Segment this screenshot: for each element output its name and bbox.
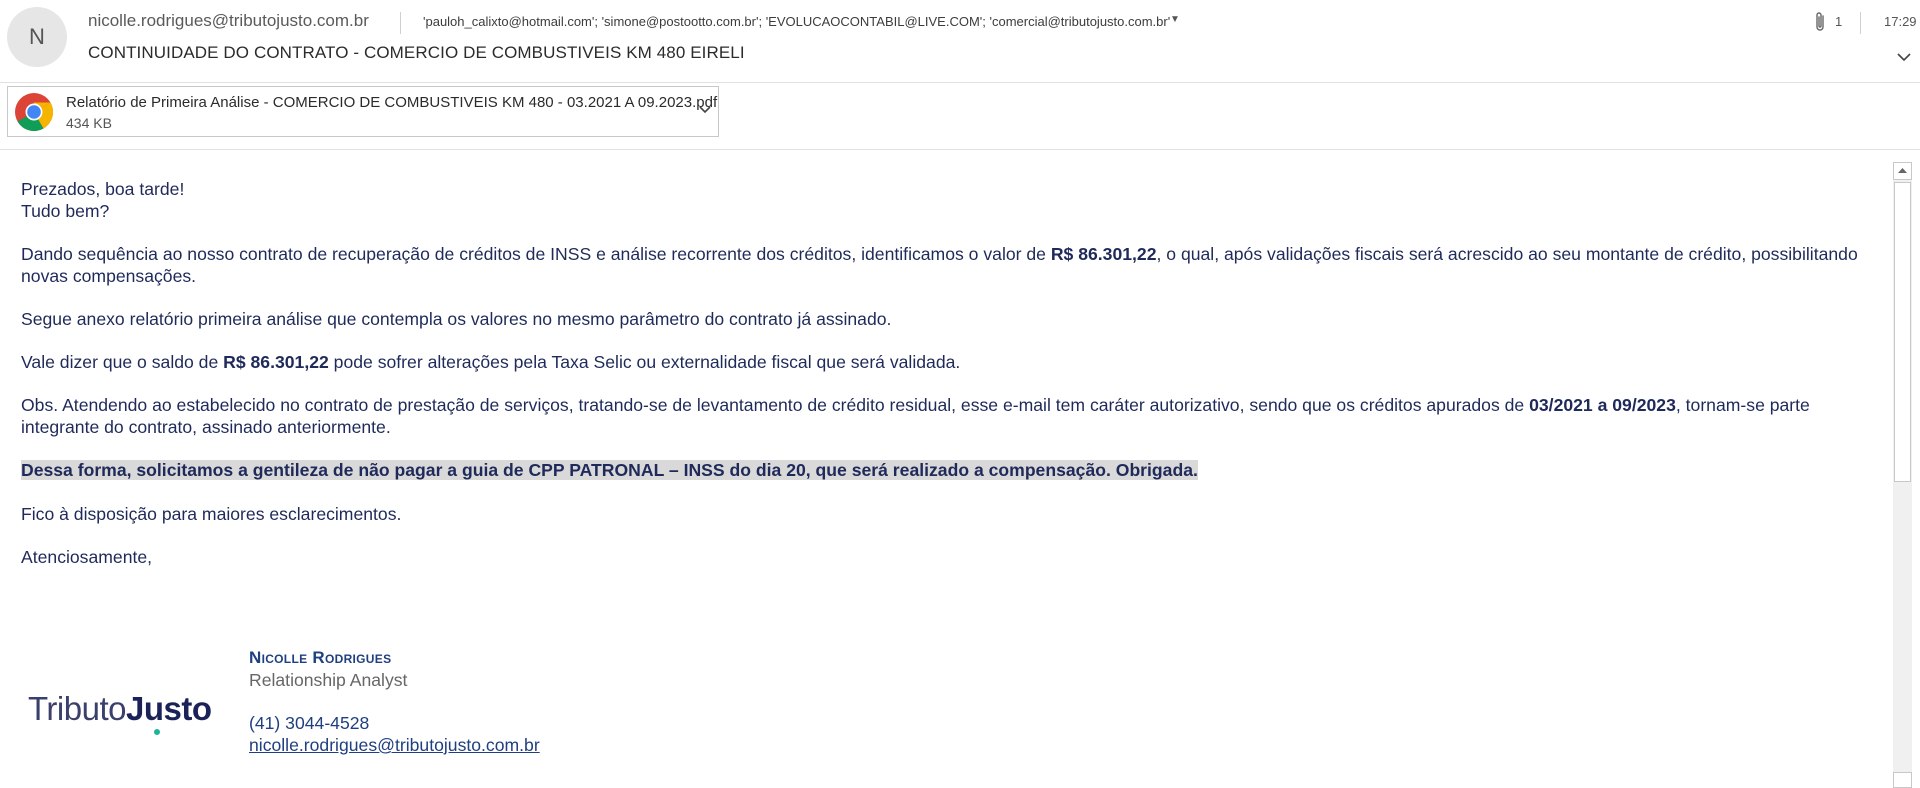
scroll-down-button[interactable] — [1893, 772, 1912, 788]
signature-name: Nicolle Rodrigues — [249, 648, 392, 667]
message-body: Prezados, boa tarde! Tudo bem? Dando seq… — [21, 178, 1891, 568]
scroll-up-button[interactable] — [1893, 162, 1912, 180]
chrome-icon — [15, 93, 54, 132]
logo-part-2: Justo — [125, 690, 212, 727]
logo-part-1: Tributo — [28, 690, 126, 727]
header-divider-2 — [1860, 12, 1861, 34]
highlighted-request: Dessa forma, solicitamos a gentileza de … — [21, 460, 1198, 480]
paragraph-3-text-a: Vale dizer que o saldo de — [21, 352, 224, 372]
caret-up-icon — [1898, 168, 1907, 173]
vertical-scrollbar[interactable] — [1893, 162, 1912, 788]
recipients-expand-icon[interactable]: ▼ — [1170, 14, 1180, 25]
paragraph-2: Segue anexo relatório primeira análise q… — [21, 309, 892, 329]
scroll-thumb[interactable] — [1894, 182, 1911, 482]
attachment-filename: Relatório de Primeira Análise - COMERCIO… — [66, 94, 718, 111]
company-logo: TributoJusto — [28, 690, 212, 728]
paragraph-3-text-b: pode sofrer alterações pela Taxa Selic o… — [328, 352, 961, 372]
paragraph-6: Fico à disposição para maiores esclareci… — [21, 504, 402, 524]
paragraph-5: Dessa forma, solicitamos a gentileza de … — [21, 459, 1891, 481]
avatar[interactable]: N — [7, 7, 67, 67]
logo-accent-dot — [154, 729, 160, 735]
attachment-card[interactable]: Relatório de Primeira Análise - COMERCIO… — [7, 86, 719, 137]
paragraph-3: Vale dizer que o saldo de R$ 86.301,22 p… — [21, 351, 1891, 373]
closing: Atenciosamente, — [21, 547, 153, 567]
header-body-divider — [0, 149, 1920, 150]
paragraph-1: Dando sequência ao nosso contrato de rec… — [21, 243, 1891, 287]
sender-address[interactable]: nicolle.rodrigues@tributojusto.com.br — [88, 11, 369, 31]
signature-phone: (41) 3044-4528 — [249, 713, 370, 733]
attachment-size: 434 KB — [66, 115, 112, 131]
period: 03/2021 a 09/2023 — [1529, 395, 1676, 415]
amount-2: R$ 86.301,22 — [223, 352, 329, 372]
chevron-down-icon[interactable] — [698, 105, 712, 115]
message-header: N nicolle.rodrigues@tributojusto.com.br … — [0, 0, 1920, 83]
attachment-count: 1 — [1835, 14, 1843, 29]
message-subject: CONTINUIDADE DO CONTRATO - COMERCIO DE C… — [88, 43, 745, 62]
header-divider — [400, 12, 401, 34]
greeting: Prezados, boa tarde! — [21, 179, 185, 199]
greeting-2: Tudo bem? — [21, 201, 110, 221]
signature-role: Relationship Analyst — [249, 670, 408, 690]
signature-email-link[interactable]: nicolle.rodrigues@tributojusto.com.br — [249, 735, 540, 756]
paragraph-4-text-a: Obs. Atendendo ao estabelecido no contra… — [21, 395, 1530, 415]
recipients-list[interactable]: 'pauloh_calixto@hotmail.com'; 'simone@po… — [423, 14, 1170, 29]
paperclip-icon[interactable] — [1812, 10, 1828, 34]
received-time: 17:29 — [1884, 14, 1917, 29]
amount-1: R$ 86.301,22 — [1050, 244, 1157, 264]
email-reading-pane: N nicolle.rodrigues@tributojusto.com.br … — [0, 0, 1920, 788]
paragraph-4: Obs. Atendendo ao estabelecido no contra… — [21, 394, 1891, 438]
paragraph-1-text-a: Dando sequência ao nosso contrato de rec… — [21, 244, 1051, 264]
chevron-down-icon[interactable] — [1896, 51, 1912, 63]
